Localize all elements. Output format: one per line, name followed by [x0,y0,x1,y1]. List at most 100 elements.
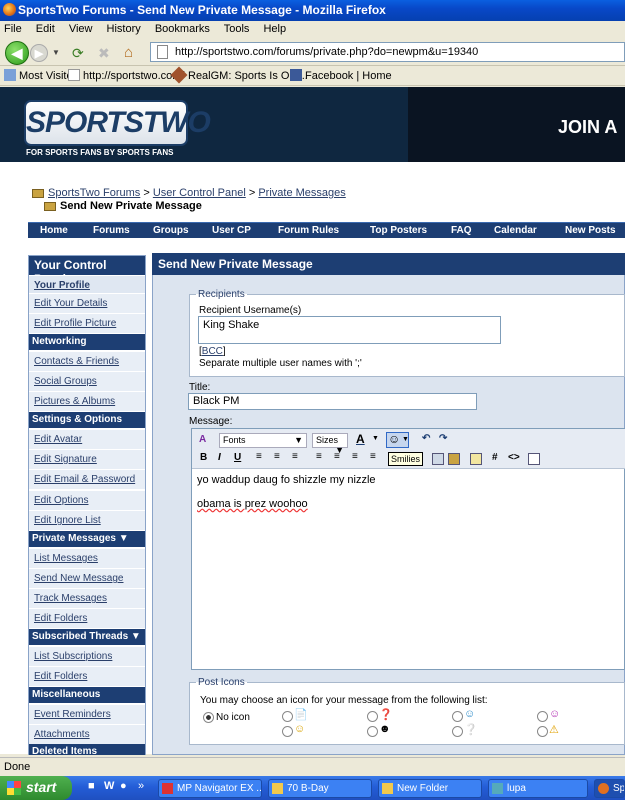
sidebar-item-edit-options[interactable]: Edit Options [29,490,145,510]
recipient-input[interactable]: King Shake [198,316,501,344]
menu-tools[interactable]: Tools [224,23,250,35]
breadcrumb-forums[interactable]: SportsTwo Forums [48,187,140,199]
sidebar-item-list-messages[interactable]: List Messages [29,548,145,568]
size-select[interactable]: Sizes ▼ [312,433,348,455]
task-70-bday[interactable]: 70 B-Day [268,779,372,798]
undo-icon[interactable]: ↶ [422,433,430,444]
breadcrumb-private-messages[interactable]: Private Messages [258,187,345,199]
radio-post-icon[interactable] [367,726,378,737]
menu-history[interactable]: History [107,23,141,35]
nav-groups[interactable]: Groups [153,225,189,236]
bold-icon[interactable]: B [200,452,207,463]
task-new-folder[interactable]: New Folder [378,779,482,798]
stop-icon[interactable]: ✖ [98,45,110,62]
collapse-arrow-icon[interactable]: ▼ [131,631,141,642]
sidebar-item-edit-folders[interactable]: Edit Folders [29,608,145,628]
php-code-icon[interactable] [528,453,540,465]
sidebar-item-track-messages[interactable]: Track Messages [29,588,145,608]
collapse-arrow-icon[interactable]: ▼ [119,533,129,544]
nav-user-cp[interactable]: User CP [212,225,251,236]
bookmark-realgm[interactable]: RealGM: Sports Is Our... [170,66,308,84]
sidebar-item-edit-folders-2[interactable]: Edit Folders [29,666,145,686]
word-icon[interactable]: W [104,780,114,792]
site-logo[interactable]: SPORTSTWO [24,100,211,146]
menu-view[interactable]: View [69,23,93,35]
insert-image-icon[interactable] [448,453,460,465]
title-input[interactable]: Black PM [188,393,477,410]
radio-post-icon[interactable] [452,711,463,722]
quicklaunch-icon[interactable]: ■ [88,780,95,792]
outdent-icon[interactable]: ≡ [352,451,358,462]
sidebar-item-list-subscriptions[interactable]: List Subscriptions [29,646,145,666]
align-center-icon[interactable]: ≡ [274,451,280,462]
sidebar-item-send-new-message[interactable]: Send New Message [29,568,145,588]
nav-faq[interactable]: FAQ [451,225,472,236]
align-right-icon[interactable]: ≡ [292,451,298,462]
sidebar-item-contacts[interactable]: Contacts & Friends [29,351,145,371]
nav-home[interactable]: Home [40,225,68,236]
sidebar-item-event-reminders[interactable]: Event Reminders [29,704,145,724]
remove-format-icon[interactable]: A [199,434,206,445]
nav-new-posts[interactable]: New Posts [565,225,616,236]
insert-link-icon[interactable] [432,453,444,465]
sidebar-item-pictures-albums[interactable]: Pictures & Albums [29,391,145,411]
underline-icon[interactable]: U [234,452,241,463]
forward-arrow-icon[interactable]: ▶ [30,44,48,62]
sidebar-section-subscribed-threads[interactable]: Subscribed Threads ▼ [29,629,145,645]
smilies-button[interactable]: ☺ ▼ [386,432,409,448]
insert-quote-icon[interactable] [470,453,482,465]
align-left-icon[interactable]: ≡ [256,451,262,462]
radio-post-icon[interactable] [537,726,548,737]
task-sportstwo[interactable]: Sp [594,779,625,798]
ordered-list-icon[interactable]: ≡ [316,451,322,462]
radio-post-icon[interactable] [282,726,293,737]
start-button[interactable]: start [0,776,72,800]
chevron-down-icon[interactable]: ▼ [372,435,379,442]
reload-icon[interactable]: ⟳ [72,45,84,62]
sidebar-item-edit-profile-picture[interactable]: Edit Profile Picture [29,313,145,333]
sidebar-section-your-profile[interactable]: Your Profile [29,275,145,295]
redo-icon[interactable]: ↷ [439,433,447,444]
radio-post-icon[interactable] [367,711,378,722]
nav-forum-rules[interactable]: Forum Rules [278,225,339,236]
html-code-icon[interactable]: <> [508,452,520,463]
nav-calendar[interactable]: Calendar [494,225,537,236]
sidebar-item-edit-signature[interactable]: Edit Signature [29,449,145,469]
sidebar-item-edit-avatar[interactable]: Edit Avatar [29,429,145,449]
menu-help[interactable]: Help [263,23,286,35]
menu-file[interactable]: File [4,23,22,35]
indent-icon[interactable]: ≡ [370,451,376,462]
sidebar-section-private-messages[interactable]: Private Messages ▼ [29,531,145,547]
bookmark-facebook[interactable]: Facebook | Home [290,69,392,82]
radio-post-icon[interactable] [282,711,293,722]
history-dropdown-icon[interactable]: ▼ [52,48,60,57]
nav-top-posters[interactable]: Top Posters [370,225,427,236]
radio-post-icon[interactable] [452,726,463,737]
sidebar-item-edit-email-password[interactable]: Edit Email & Password [29,469,145,489]
home-icon[interactable]: ⌂ [124,44,133,61]
sidebar-item-attachments[interactable]: Attachments [29,724,145,744]
bookmark-sportstwo[interactable]: http://sportstwo.com/ [68,69,184,82]
code-hash-icon[interactable]: # [492,452,498,463]
back-arrow-icon[interactable]: ◀ [5,41,29,65]
font-select[interactable]: Fonts ▼ [219,433,307,448]
chevron-right-icon[interactable]: » [138,780,144,792]
bcc-link[interactable]: BCC [202,346,223,357]
font-color-icon[interactable]: A [356,432,365,446]
sidebar-item-edit-details[interactable]: Edit Your Details [29,293,145,313]
task-lupa[interactable]: lupa [488,779,588,798]
sidebar-item-social-groups[interactable]: Social Groups [29,371,145,391]
nav-forums[interactable]: Forums [93,225,130,236]
italic-icon[interactable]: I [218,452,221,463]
url-bar[interactable]: http://sportstwo.com/forums/private.php?… [150,42,625,62]
unordered-list-icon[interactable]: ≡ [334,451,340,462]
sidebar-item-edit-ignore-list[interactable]: Edit Ignore List [29,510,145,530]
menu-bookmarks[interactable]: Bookmarks [155,23,210,35]
radio-post-icon[interactable] [537,711,548,722]
breadcrumb-user-cp[interactable]: User Control Panel [153,187,246,199]
menu-edit[interactable]: Edit [36,23,55,35]
task-mp-navigator[interactable]: MP Navigator EX ... [158,779,262,798]
firefox-quicklaunch-icon[interactable]: ● [120,780,127,792]
radio-no-icon[interactable] [203,712,214,723]
banner-text[interactable]: JOIN A [558,117,617,138]
